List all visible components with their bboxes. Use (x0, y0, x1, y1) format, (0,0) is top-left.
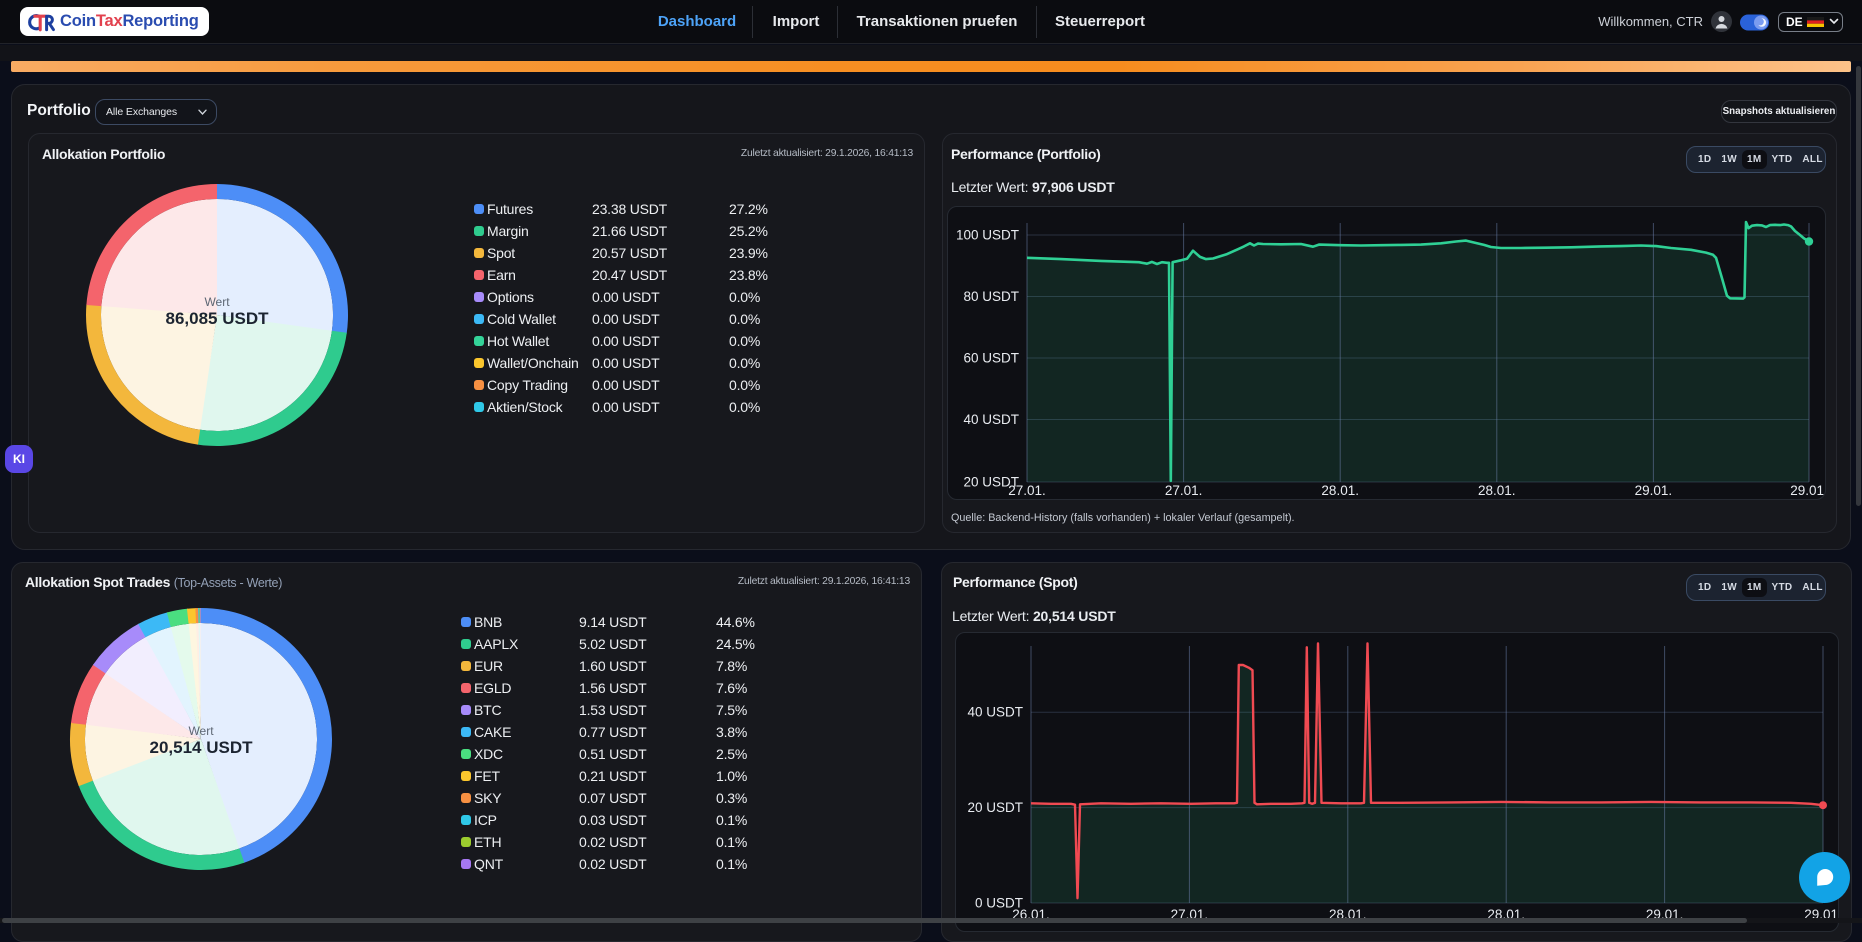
svg-text:29.01.: 29.01. (1790, 483, 1826, 498)
svg-text:28.01.: 28.01. (1321, 483, 1359, 498)
svg-text:80 USDT: 80 USDT (963, 289, 1019, 304)
svg-text:20 USDT: 20 USDT (967, 800, 1023, 815)
svg-text:40 USDT: 40 USDT (967, 705, 1023, 720)
svg-text:60 USDT: 60 USDT (963, 351, 1019, 366)
svg-text:29.01.: 29.01. (1635, 483, 1673, 498)
svg-text:27.01.: 27.01. (1008, 483, 1046, 498)
svg-text:27.01.: 27.01. (1165, 483, 1203, 498)
svg-text:28.01.: 28.01. (1478, 483, 1516, 498)
svg-text:40 USDT: 40 USDT (963, 412, 1019, 427)
svg-text:100 USDT: 100 USDT (956, 228, 1019, 243)
